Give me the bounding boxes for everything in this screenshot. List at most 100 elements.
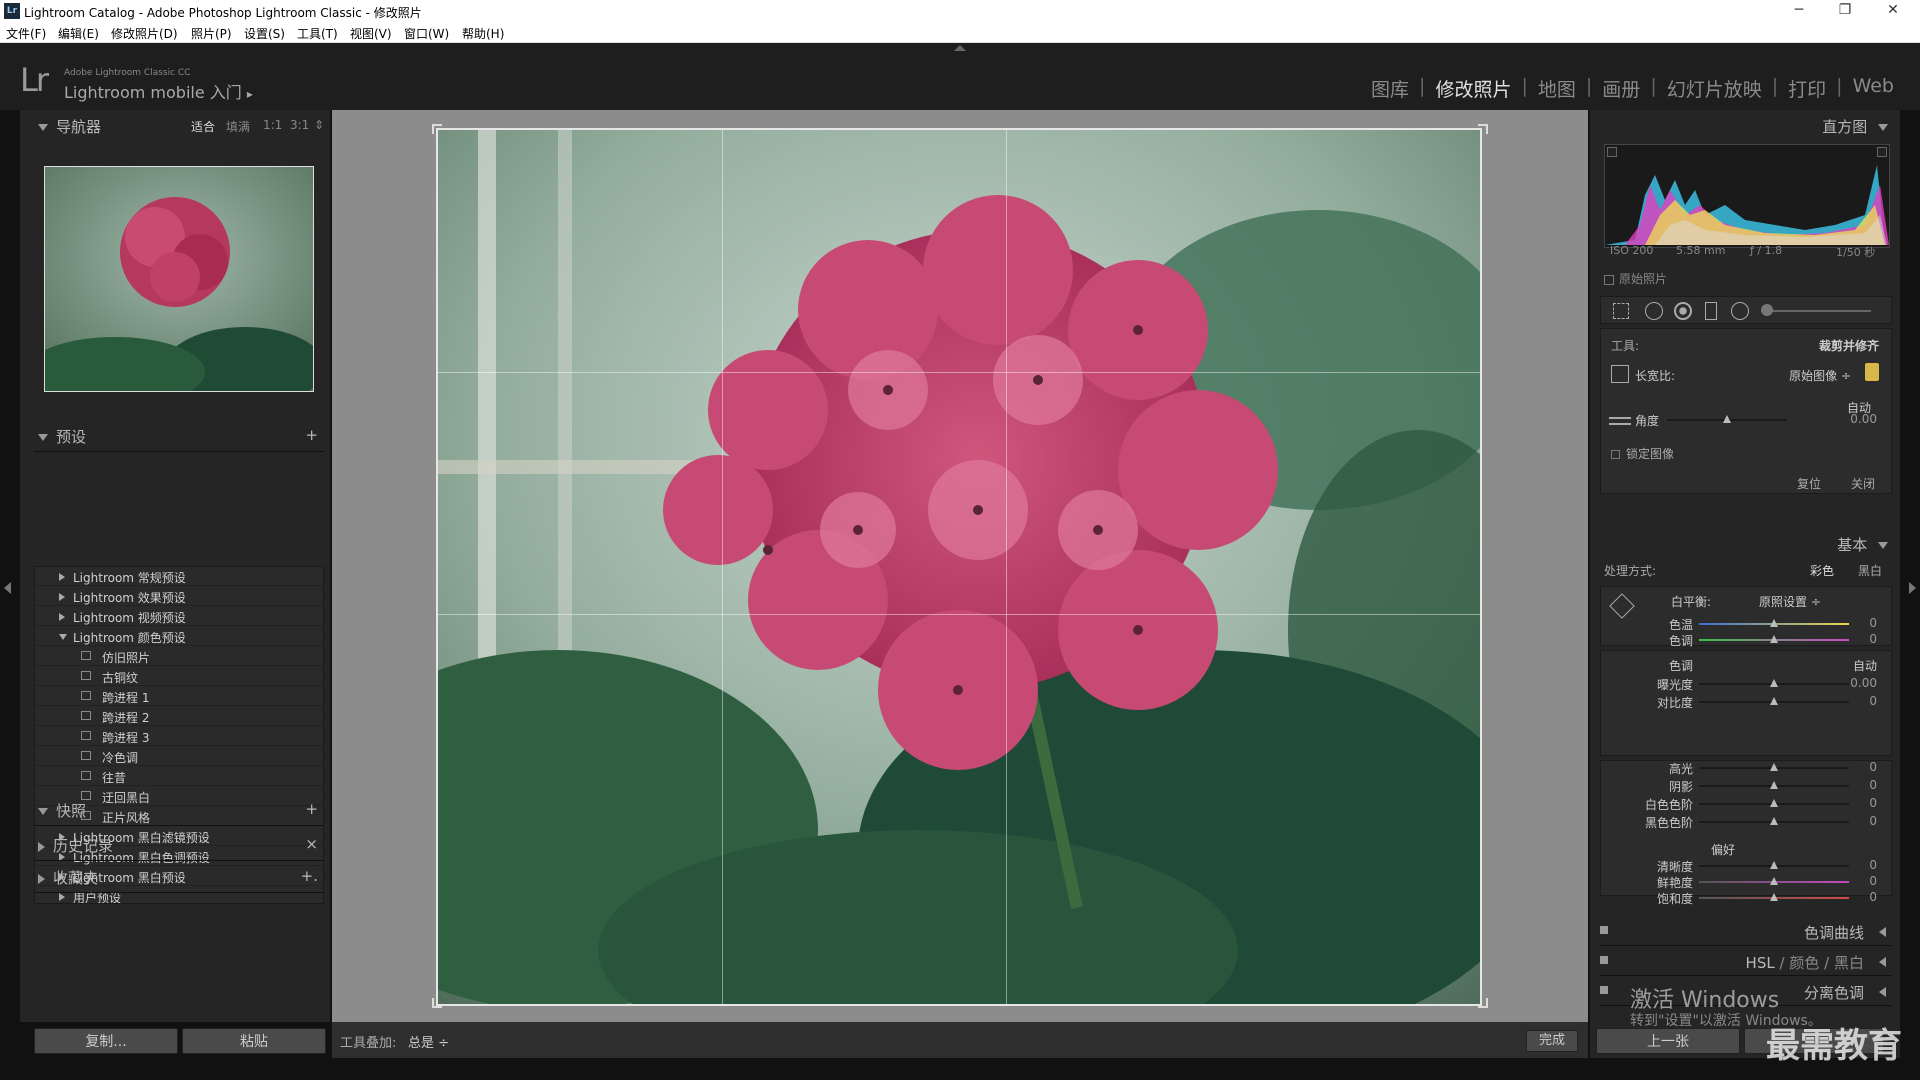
crop-handle-bottom-right[interactable] xyxy=(1478,998,1488,1008)
shadow-clipping-icon[interactable] xyxy=(1607,147,1617,157)
add-preset-icon[interactable]: + xyxy=(305,426,318,444)
histogram-header[interactable]: 直方图 xyxy=(1590,116,1900,142)
angle-slider[interactable]: 角度 0.00 xyxy=(1601,411,1891,429)
done-button[interactable]: 完成 xyxy=(1526,1030,1578,1052)
menu-tools[interactable]: 工具(T) xyxy=(297,25,338,42)
slider-value[interactable]: 0 xyxy=(1869,694,1877,708)
slider-knob[interactable] xyxy=(1770,893,1778,901)
slider-track[interactable] xyxy=(1699,619,1849,627)
history-header[interactable]: 历史记录 × xyxy=(34,835,324,861)
navigator-thumbnail[interactable] xyxy=(44,166,314,392)
mobile-getting-started[interactable]: Lightroom mobile 入门 ▸ xyxy=(64,79,253,103)
zoom-stepper-icon[interactable]: ⇕ xyxy=(314,118,324,132)
zoom-fill[interactable]: 填满 xyxy=(226,118,250,135)
slider-track[interactable] xyxy=(1699,697,1849,705)
graduated-filter-icon[interactable] xyxy=(1705,302,1717,320)
slider-knob[interactable] xyxy=(1770,817,1778,825)
slider-黑色色阶[interactable]: 黑色色阶 0 xyxy=(1601,813,1891,831)
slider-曝光度[interactable]: 曝光度 0.00 xyxy=(1601,675,1891,693)
module-map[interactable]: 地图 xyxy=(1528,75,1586,102)
slider-knob[interactable] xyxy=(1770,799,1778,807)
clear-history-icon[interactable]: × xyxy=(305,835,318,853)
menu-settings[interactable]: 设置(S) xyxy=(244,25,285,42)
slider-knob[interactable] xyxy=(1770,861,1778,869)
panel-switch-icon[interactable] xyxy=(1600,926,1608,934)
tone-auto-button[interactable]: 自动 xyxy=(1853,657,1877,674)
module-library[interactable]: 图库 xyxy=(1361,75,1419,102)
previous-button[interactable]: 上一张 xyxy=(1596,1028,1740,1054)
color-tab[interactable]: 颜色 xyxy=(1789,954,1819,972)
angle-value[interactable]: 0.00 xyxy=(1850,412,1877,426)
preset-folder[interactable]: Lightroom 视频预设 xyxy=(35,607,323,626)
hsl-header[interactable]: HSL / 颜色 / 黑白 xyxy=(1600,948,1892,976)
minimize-button[interactable]: ─ xyxy=(1776,0,1822,22)
snapshots-header[interactable]: 快照 + xyxy=(34,800,324,826)
aspect-select[interactable]: 原始图像 ÷ xyxy=(1789,367,1851,384)
preset-item[interactable]: 跨进程 1 xyxy=(35,687,323,706)
slider-knob[interactable] xyxy=(1770,635,1778,643)
slider-白色色阶[interactable]: 白色色阶 0 xyxy=(1601,795,1891,813)
slider-knob[interactable] xyxy=(1770,679,1778,687)
close-crop-button[interactable]: 关闭 xyxy=(1851,475,1875,492)
preset-folder[interactable]: Lightroom 颜色预设 xyxy=(35,627,323,646)
add-collection-icon[interactable]: +. xyxy=(301,867,318,885)
histogram[interactable] xyxy=(1604,144,1890,248)
slider-value[interactable]: 0 xyxy=(1869,858,1877,872)
zoom-3-1[interactable]: 3:1 xyxy=(290,118,309,132)
highlight-clipping-icon[interactable] xyxy=(1877,147,1887,157)
treatment-bw[interactable]: 黑白 xyxy=(1858,562,1882,579)
slider-track[interactable] xyxy=(1699,893,1849,901)
module-print[interactable]: 打印 xyxy=(1778,75,1836,102)
preset-item[interactable]: 仿旧照片 xyxy=(35,647,323,666)
menu-photo[interactable]: 照片(P) xyxy=(191,25,232,42)
basic-header[interactable]: 基本 xyxy=(1590,534,1900,560)
slider-高光[interactable]: 高光 0 xyxy=(1601,759,1891,777)
treatment-color[interactable]: 彩色 xyxy=(1810,562,1834,579)
bw-tab[interactable]: 黑白 xyxy=(1834,954,1864,972)
preset-item[interactable]: 跨进程 2 xyxy=(35,707,323,726)
zoom-1-1[interactable]: 1:1 xyxy=(263,118,282,132)
radial-filter-icon[interactable] xyxy=(1731,302,1749,320)
zoom-fit[interactable]: 适合 xyxy=(191,118,215,135)
slider-knob[interactable] xyxy=(1770,877,1778,885)
menu-file[interactable]: 文件(F) xyxy=(6,25,46,42)
reset-button[interactable]: 复位 xyxy=(1797,475,1821,492)
slider-value[interactable]: 0 xyxy=(1869,778,1877,792)
slider-track[interactable] xyxy=(1699,763,1849,771)
slider-value[interactable]: 0 xyxy=(1869,890,1877,904)
slider-track[interactable] xyxy=(1699,799,1849,807)
slider-knob[interactable] xyxy=(1770,781,1778,789)
slider-value[interactable]: 0 xyxy=(1869,796,1877,810)
paste-settings-button[interactable]: 粘贴 xyxy=(182,1028,326,1054)
slider-knob[interactable] xyxy=(1723,415,1731,423)
menu-help[interactable]: 帮助(H) xyxy=(462,25,504,42)
module-web[interactable]: Web xyxy=(1843,75,1904,102)
module-slideshow[interactable]: 幻灯片放映 xyxy=(1657,75,1772,102)
close-button[interactable]: ✕ xyxy=(1870,0,1916,22)
adjustment-brush-icon[interactable] xyxy=(1761,310,1871,312)
slider-knob[interactable] xyxy=(1770,763,1778,771)
menu-view[interactable]: 视图(V) xyxy=(350,25,392,42)
module-book[interactable]: 画册 xyxy=(1592,75,1650,102)
collapse-top-arrow-icon[interactable] xyxy=(954,45,966,51)
preset-item[interactable]: 冷色调 xyxy=(35,747,323,766)
slider-track[interactable] xyxy=(1699,877,1849,885)
add-snapshot-icon[interactable]: + xyxy=(305,800,318,818)
slider-对比度[interactable]: 对比度 0 xyxy=(1601,693,1891,711)
menu-develop[interactable]: 修改照片(D) xyxy=(111,25,178,42)
wb-select[interactable]: 原照设置 ÷ xyxy=(1759,593,1821,610)
preset-item[interactable]: 跨进程 3 xyxy=(35,727,323,746)
preset-folder[interactable]: Lightroom 常规预设 xyxy=(35,567,323,586)
lock-icon[interactable] xyxy=(1865,363,1879,381)
slider-value[interactable]: 0 xyxy=(1869,616,1877,630)
menu-edit[interactable]: 编辑(E) xyxy=(58,25,99,42)
slider-色调[interactable]: 色调 0 xyxy=(1601,631,1891,649)
crop-tool-icon[interactable] xyxy=(1613,303,1629,319)
image-canvas[interactable] xyxy=(332,110,1588,1022)
preset-folder[interactable]: Lightroom 效果预设 xyxy=(35,587,323,606)
crop-handle-bottom-left[interactable] xyxy=(432,998,442,1008)
collapse-right-arrow-icon[interactable] xyxy=(1909,582,1916,594)
collections-header[interactable]: 收藏夹 +. xyxy=(34,867,324,893)
tone-curve-header[interactable]: 色调曲线 xyxy=(1600,918,1892,946)
slider-track[interactable] xyxy=(1699,679,1849,687)
